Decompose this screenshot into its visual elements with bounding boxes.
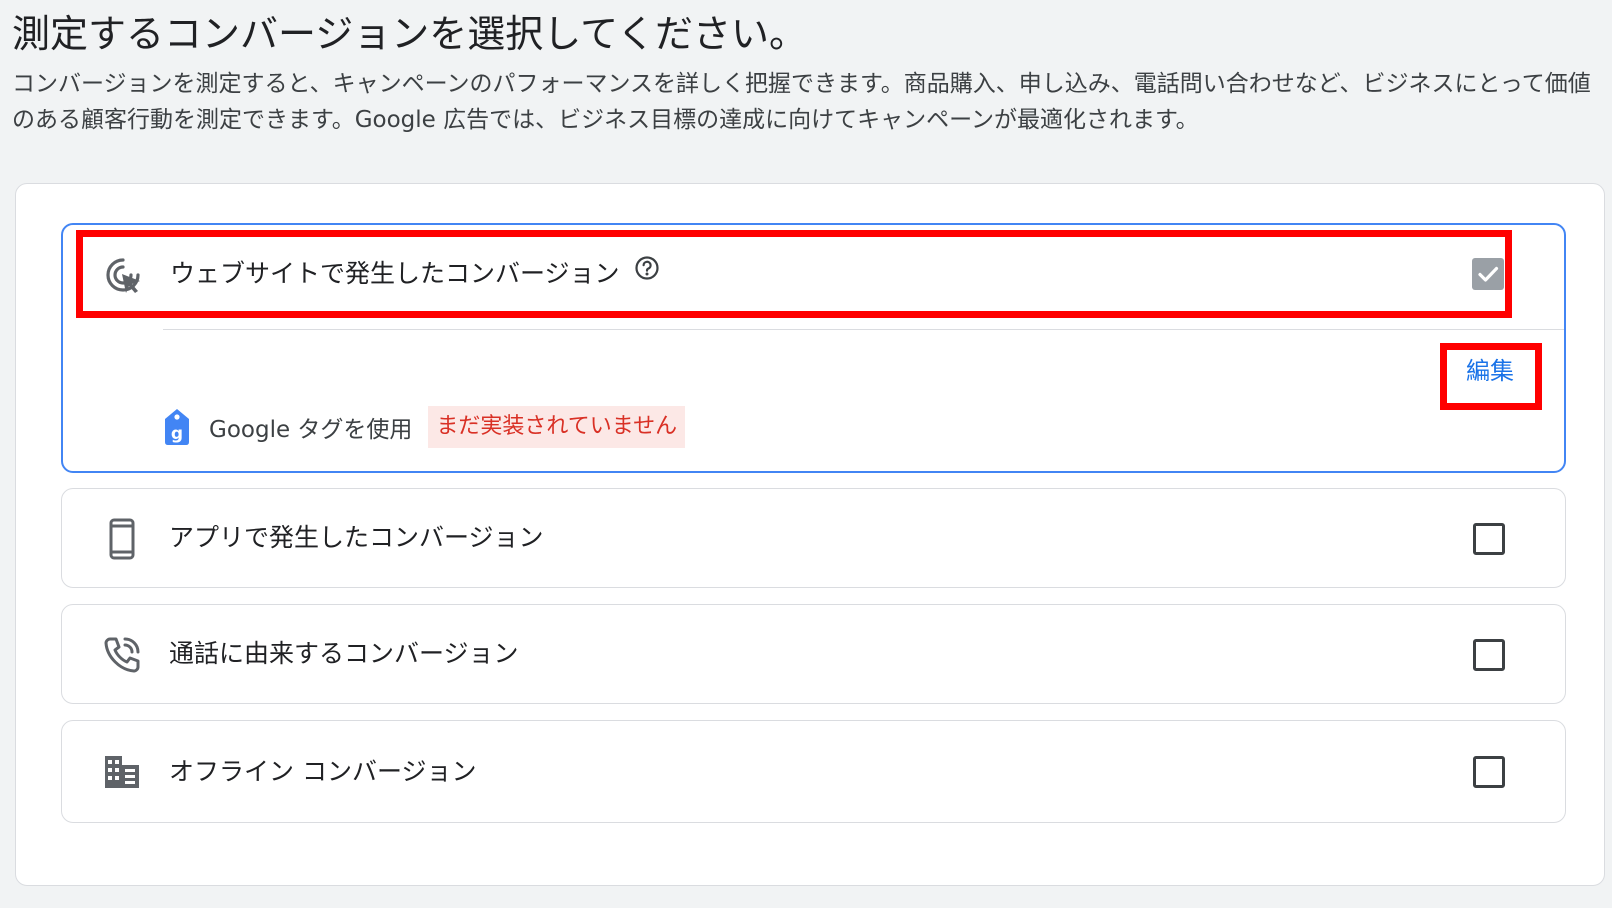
svg-text:g: g <box>171 424 183 444</box>
offline-conversions-checkbox[interactable] <box>1473 756 1505 788</box>
call-conversions-checkbox[interactable] <box>1473 639 1505 671</box>
option-website-conversions[interactable]: ウェブサイトで発生したコンバージョン 編集 g Google タグを使用 まだ実… <box>61 223 1566 473</box>
conversion-options-card: ウェブサイトで発生したコンバージョン 編集 g Google タグを使用 まだ実… <box>15 183 1605 886</box>
smartphone-icon <box>100 517 144 561</box>
page-title: 測定するコンバージョンを選択してください。 <box>12 12 807 56</box>
option-call-conversions[interactable]: 通話に由来するコンバージョン <box>61 604 1566 704</box>
google-tag-label: Google タグを使用 <box>209 417 413 443</box>
help-icon[interactable] <box>634 255 660 291</box>
option-label: ウェブサイトで発生したコンバージョン <box>170 256 660 292</box>
option-label: オフライン コンバージョン <box>169 757 477 786</box>
website-conversions-checkbox[interactable] <box>1472 258 1504 290</box>
option-divider <box>163 329 1564 330</box>
edit-link[interactable]: 編集 <box>1466 353 1514 389</box>
building-icon <box>100 750 144 794</box>
phone-in-talk-icon <box>100 633 144 677</box>
page-description: コンバージョンを測定すると、キャンペーンのパフォーマンスを詳しく把握できます。商… <box>12 71 1591 133</box>
option-label: アプリで発生したコンバージョン <box>169 523 544 552</box>
option-app-conversions[interactable]: アプリで発生したコンバージョン <box>61 488 1566 588</box>
cursor-click-icon <box>101 253 145 297</box>
option-offline-conversions[interactable]: オフライン コンバージョン <box>61 720 1566 823</box>
google-tag-icon: g <box>163 408 191 446</box>
google-tag-row: g Google タグを使用 まだ実装されていません <box>163 405 686 449</box>
option-label: 通話に由来するコンバージョン <box>169 639 519 668</box>
app-conversions-checkbox[interactable] <box>1473 523 1505 555</box>
status-badge: まだ実装されていません <box>428 406 686 448</box>
